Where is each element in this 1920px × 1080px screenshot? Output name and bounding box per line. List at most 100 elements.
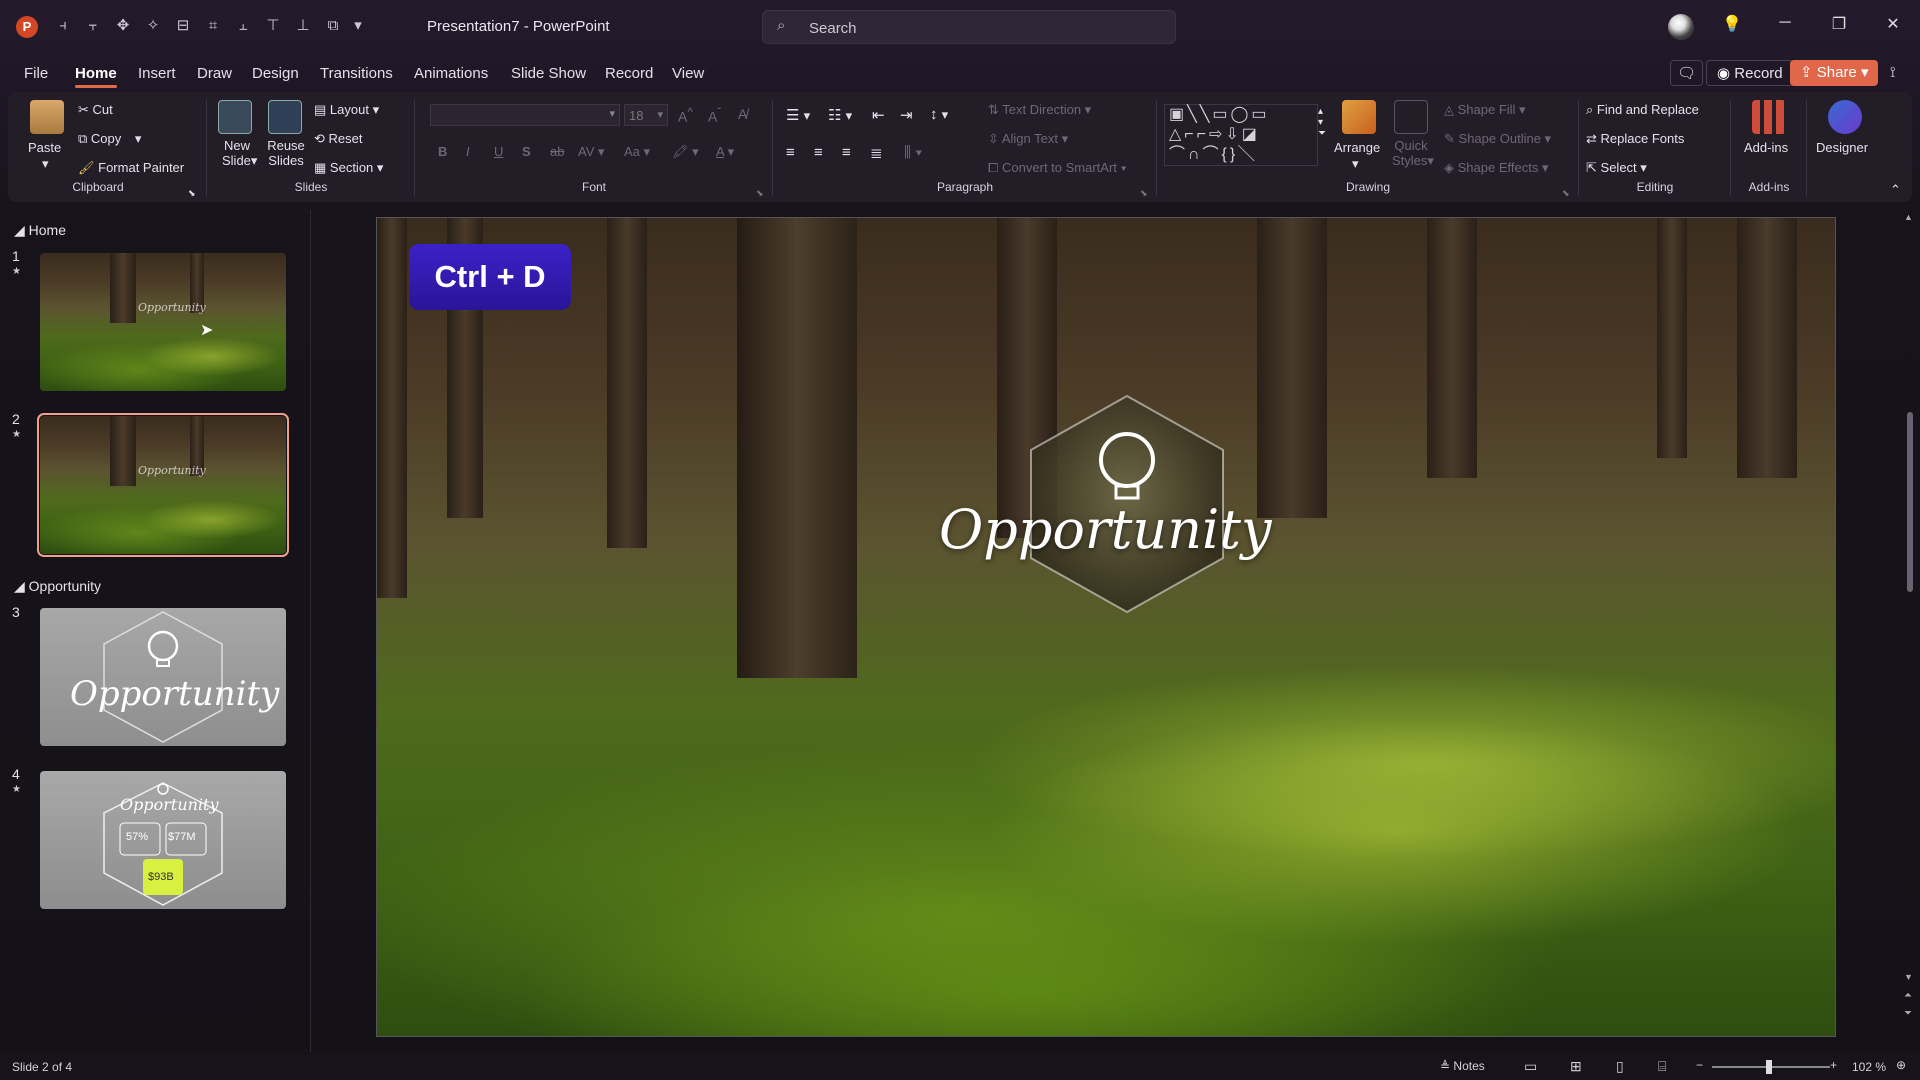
move-icon[interactable]: ✥ xyxy=(108,14,138,38)
restore-icon[interactable]: ❐ xyxy=(1824,14,1854,34)
align-text-button[interactable]: ⇳ Align Text ▾ xyxy=(988,131,1068,147)
lightbulb-icon[interactable]: 💡 xyxy=(1717,14,1747,34)
font-size-dropdown[interactable]: 18 ▾ xyxy=(624,104,668,126)
tab-transitions[interactable]: Transitions xyxy=(320,65,393,82)
slide-thumbnail-1[interactable]: Opportunity xyxy=(40,253,286,391)
slide-thumbnail-4[interactable]: Opportunity 57% $77M $93B xyxy=(40,771,286,909)
zoom-in-icon[interactable]: + xyxy=(1830,1058,1837,1072)
arrange-button[interactable]: Arrange xyxy=(1334,140,1380,155)
shadow-button[interactable]: S xyxy=(522,144,531,159)
slide-canvas[interactable]: Opportunity xyxy=(376,217,1836,1037)
designer-button[interactable]: Designer xyxy=(1816,140,1868,155)
shapes-more-icon[interactable]: ▴ ▾ ⏷ xyxy=(1318,106,1326,139)
convert-smartart-button[interactable]: ⧠ Convert to SmartArt ▾ xyxy=(988,160,1127,176)
slide-thumbnail-3[interactable]: Opportunity xyxy=(40,608,286,746)
search-box[interactable]: ⌕ Search xyxy=(762,10,1176,44)
clipboard-launcher-icon[interactable]: ⬊ xyxy=(188,188,196,199)
avatar[interactable] xyxy=(1668,14,1694,40)
grow-font-icon[interactable]: A^ xyxy=(678,106,693,125)
reuse-slides-button[interactable]: Reuse Slides xyxy=(266,138,306,168)
close-icon[interactable]: ✕ xyxy=(1878,14,1908,34)
italic-button[interactable]: I xyxy=(466,144,470,159)
align-bottom-icon[interactable]: ⊥ xyxy=(288,14,318,38)
underline-button[interactable]: U xyxy=(494,144,503,159)
layout-button[interactable]: ▤ Layout ▾ xyxy=(314,102,379,118)
zoom-level[interactable]: 102 % xyxy=(1852,1060,1886,1074)
shapes-gallery[interactable]: ▣╲╲▭◯▭ △⌐⌐⇨⇩◪ ⌒∩⌒{}╲ xyxy=(1164,104,1318,166)
tab-animations[interactable]: Animations xyxy=(414,65,488,82)
numbering-icon[interactable]: ☷ ▾ xyxy=(828,106,852,124)
copy-button[interactable]: ⧉ Copy ▾ xyxy=(78,131,141,147)
highlight-color-icon[interactable]: 🖍 ▾ xyxy=(672,144,699,160)
arrange-dropdown-icon[interactable]: ▾ xyxy=(1352,156,1359,172)
collapse-ribbon-icon[interactable]: ⌃ xyxy=(1890,182,1901,198)
justify-icon[interactable]: ≣ xyxy=(870,144,883,162)
zoom-slider-thumb[interactable] xyxy=(1766,1060,1772,1074)
comments-button[interactable]: 🗨 xyxy=(1670,60,1704,86)
tab-view[interactable]: View xyxy=(672,65,704,82)
scroll-thumb[interactable] xyxy=(1907,412,1913,592)
align-right-icon[interactable]: ≡ xyxy=(842,144,851,161)
shrink-font-icon[interactable]: Aˇ xyxy=(708,106,721,125)
select-button[interactable]: ⇱ Select ▾ xyxy=(1586,160,1647,176)
previous-slide-icon[interactable]: ⏶ xyxy=(1904,990,1912,1001)
section-opportunity[interactable]: ◢ Opportunity xyxy=(14,578,101,595)
tab-design[interactable]: Design xyxy=(252,65,299,82)
tab-slide-show[interactable]: Slide Show xyxy=(511,65,586,82)
font-family-dropdown[interactable]: ▾ xyxy=(430,104,620,126)
reset-button[interactable]: ⟲ Reset xyxy=(314,131,363,147)
duplicate-icon[interactable]: ⧉ xyxy=(318,14,348,38)
minimize-icon[interactable]: ─ xyxy=(1770,14,1800,32)
align-left-icon[interactable]: ⫞ xyxy=(48,14,78,38)
shape-effects-button[interactable]: ◈ Shape Effects ▾ xyxy=(1444,160,1548,176)
shape-fill-button[interactable]: ◬ Shape Fill ▾ xyxy=(1444,102,1526,118)
fit-to-window-icon[interactable]: ⊕ xyxy=(1896,1058,1906,1072)
quick-styles-button[interactable]: Quick Styles▾ xyxy=(1392,138,1434,169)
scroll-up-icon[interactable]: ▲ xyxy=(1904,212,1913,222)
tab-record[interactable]: Record xyxy=(605,65,653,82)
bold-button[interactable]: B xyxy=(438,144,447,159)
scroll-down-icon[interactable]: ▼ xyxy=(1904,972,1913,982)
strikethrough-button[interactable]: ab xyxy=(550,144,564,159)
bullets-icon[interactable]: ☰ ▾ xyxy=(786,106,810,124)
align-center-icon[interactable]: ⊟ xyxy=(168,14,198,38)
format-painter-button[interactable]: 🖌 Format Painter xyxy=(78,160,184,176)
font-color-button[interactable]: A ▾ xyxy=(716,144,734,160)
character-spacing-button[interactable]: AV ▾ xyxy=(578,144,605,160)
drawing-launcher-icon[interactable]: ⬊ xyxy=(1562,188,1570,199)
share-button[interactable]: ⇪ Share ▾ xyxy=(1790,60,1879,86)
slideshow-view-icon[interactable]: ⌸ xyxy=(1658,1058,1666,1075)
paste-button[interactable]: Paste xyxy=(28,140,61,155)
copilot-icon[interactable]: ⟟ xyxy=(1880,60,1906,86)
notes-button[interactable]: ≜ Notes xyxy=(1440,1059,1485,1073)
vertical-scrollbar[interactable]: ▲ ▼ ⏶ ⏷ xyxy=(1904,212,1916,1032)
clear-formatting-icon[interactable]: A̸ xyxy=(738,106,747,122)
new-slide-button[interactable]: New Slide▾ xyxy=(222,138,257,169)
replace-fonts-button[interactable]: ⇄ Replace Fonts xyxy=(1586,131,1684,147)
align-center-icon[interactable]: ≡ xyxy=(814,144,823,161)
slide-thumbnail-2[interactable]: Opportunity xyxy=(37,413,289,557)
normal-view-icon[interactable]: ▭ xyxy=(1524,1058,1537,1075)
change-case-button[interactable]: Aa ▾ xyxy=(624,144,650,160)
decrease-indent-icon[interactable]: ⇤ xyxy=(872,106,885,124)
text-direction-button[interactable]: ⇅ Text Direction ▾ xyxy=(988,102,1091,118)
tab-file[interactable]: File xyxy=(24,65,48,82)
section-button[interactable]: ▦ Section ▾ xyxy=(314,160,383,176)
addins-button[interactable]: Add-ins xyxy=(1744,140,1788,155)
columns-icon[interactable]: ⫼ ▾ xyxy=(904,144,922,161)
section-home[interactable]: ◢ Home xyxy=(14,222,66,239)
align-left-icon[interactable]: ≡ xyxy=(786,144,795,161)
shape-icon[interactable]: ✧ xyxy=(138,14,168,38)
reading-view-icon[interactable]: ▯ xyxy=(1616,1058,1624,1075)
cut-button[interactable]: ✂ Cut xyxy=(78,102,113,118)
tab-draw[interactable]: Draw xyxy=(197,65,232,82)
distribute-icon[interactable]: ⫟ xyxy=(78,14,108,38)
line-spacing-icon[interactable]: ↕ ▾ xyxy=(930,106,948,123)
record-button[interactable]: ◉ Record xyxy=(1706,60,1794,86)
opportunity-headline[interactable]: Opportunity xyxy=(939,498,1271,561)
font-launcher-icon[interactable]: ⬊ xyxy=(756,188,764,199)
paste-dropdown-icon[interactable]: ▾ xyxy=(42,156,49,172)
slide-sorter-icon[interactable]: ⊞ xyxy=(1570,1058,1582,1075)
crop-icon[interactable]: ⌗ xyxy=(198,14,228,38)
increase-indent-icon[interactable]: ⇥ xyxy=(900,106,913,124)
